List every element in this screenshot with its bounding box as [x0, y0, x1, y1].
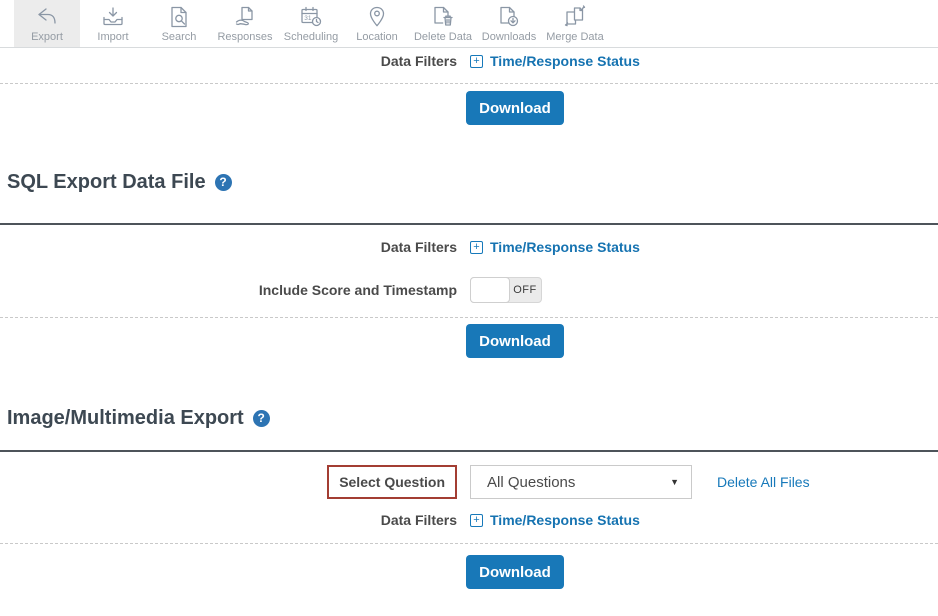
dashed-divider: [0, 317, 938, 318]
sql-export-title: SQL Export Data File: [7, 171, 206, 193]
toolbar-item-import[interactable]: Import: [80, 0, 146, 47]
toolbar-item-scheduling[interactable]: 31 Scheduling: [278, 0, 344, 47]
toolbar-item-search[interactable]: Search: [146, 0, 212, 47]
toolbar-item-label: Export: [31, 31, 63, 43]
time-response-status-link[interactable]: Time/Response Status: [490, 238, 640, 256]
sql-export-title-row: SQL Export Data File ?: [0, 171, 938, 193]
top-export-panel: Data Filters + Time/Response Status Down…: [0, 48, 938, 125]
include-score-label: Include Score and Timestamp: [0, 281, 457, 299]
data-filters-row: Data Filters + Time/Response Status: [0, 52, 938, 70]
select-question-label-highlighted: Select Question: [327, 465, 457, 499]
downloads-icon: [496, 3, 522, 30]
expand-plus-icon[interactable]: +: [470, 241, 483, 254]
select-question-row: Select Question All Questions ▼ Delete A…: [0, 465, 938, 499]
expand-plus-icon[interactable]: +: [470, 55, 483, 68]
scheduling-icon: 31: [298, 3, 324, 30]
data-filters-label: Data Filters: [0, 52, 457, 70]
toolbar-item-label: Scheduling: [284, 31, 338, 43]
toolbar-item-label: Downloads: [482, 31, 536, 43]
merge-data-icon: [562, 3, 588, 30]
toggle-knob: [470, 277, 510, 303]
dashed-divider: [0, 83, 938, 84]
toolbar-item-label: Search: [162, 31, 197, 43]
include-score-row: Include Score and Timestamp OFF: [0, 277, 938, 303]
sql-export-panel: Data Filters + Time/Response Status Incl…: [0, 223, 938, 358]
data-filters-label: Data Filters: [0, 238, 457, 256]
download-button[interactable]: Download: [466, 555, 564, 589]
chevron-down-icon: ▼: [670, 477, 679, 487]
media-export-title: Image/Multimedia Export: [7, 407, 244, 429]
help-icon[interactable]: ?: [253, 410, 270, 427]
toolbar-item-downloads[interactable]: Downloads: [476, 0, 542, 47]
toolbar-item-label: Merge Data: [546, 31, 603, 43]
expand-plus-icon[interactable]: +: [470, 514, 483, 527]
toolbar-item-merge-data[interactable]: Merge Data: [542, 0, 608, 47]
toolbar-item-label: Location: [356, 31, 398, 43]
dashed-divider: [0, 543, 938, 544]
toolbar-item-location[interactable]: Location: [344, 0, 410, 47]
toolbar: Export Import Search Responses 31 Scheduling L…: [0, 0, 938, 48]
export-icon: [34, 3, 60, 30]
toolbar-item-label: Responses: [217, 31, 272, 43]
media-export-title-row: Image/Multimedia Export ?: [0, 407, 938, 429]
help-icon[interactable]: ?: [215, 174, 232, 191]
toolbar-item-delete-data[interactable]: Delete Data: [410, 0, 476, 47]
toggle-state-label: OFF: [509, 278, 541, 302]
svg-text:31: 31: [304, 15, 312, 22]
location-icon: [364, 3, 390, 30]
data-filters-label: Data Filters: [0, 511, 457, 529]
toolbar-item-responses[interactable]: Responses: [212, 0, 278, 47]
delete-all-files-link[interactable]: Delete All Files: [717, 474, 810, 490]
responses-icon: [232, 3, 258, 30]
data-filters-row: Data Filters + Time/Response Status: [0, 511, 938, 529]
import-icon: [100, 3, 126, 30]
media-export-panel: Select Question All Questions ▼ Delete A…: [0, 450, 938, 589]
question-select-value: All Questions: [487, 474, 575, 491]
toolbar-item-label: Import: [97, 31, 128, 43]
question-select[interactable]: All Questions ▼: [470, 465, 692, 499]
time-response-status-link[interactable]: Time/Response Status: [490, 511, 640, 529]
toolbar-item-label: Delete Data: [414, 31, 472, 43]
time-response-status-link[interactable]: Time/Response Status: [490, 52, 640, 70]
data-filters-row: Data Filters + Time/Response Status: [0, 238, 938, 256]
download-button[interactable]: Download: [466, 324, 564, 358]
include-score-toggle[interactable]: OFF: [470, 277, 542, 303]
download-button[interactable]: Download: [466, 91, 564, 125]
delete-data-icon: [430, 3, 456, 30]
search-icon: [166, 3, 192, 30]
toolbar-item-export[interactable]: Export: [14, 0, 80, 47]
